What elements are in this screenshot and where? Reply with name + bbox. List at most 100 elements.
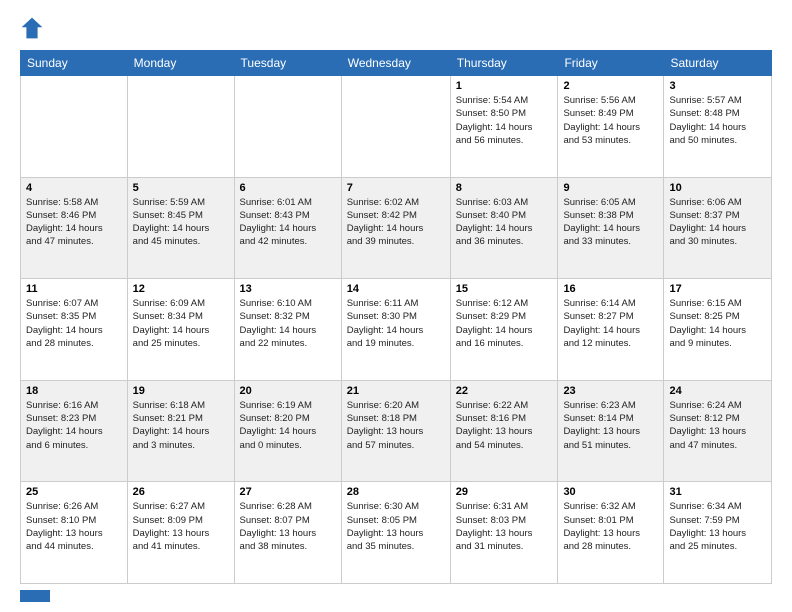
- calendar-cell: 30 Sunrise: 6:32 AM Sunset: 8:01 PM Dayli…: [558, 482, 664, 584]
- day-number: 19: [133, 385, 229, 397]
- day-info: Sunrise: 6:15 AM Sunset: 8:25 PM Dayligh…: [669, 297, 766, 350]
- day-number: 8: [456, 182, 553, 194]
- calendar-cell: [21, 76, 128, 178]
- day-number: 2: [563, 80, 658, 92]
- calendar-cell: 23 Sunrise: 6:23 AM Sunset: 8:14 PM Dayli…: [558, 380, 664, 482]
- calendar-day-header: Saturday: [664, 51, 772, 76]
- day-number: 3: [669, 80, 766, 92]
- day-info: Sunrise: 6:12 AM Sunset: 8:29 PM Dayligh…: [456, 297, 553, 350]
- day-number: 6: [240, 182, 336, 194]
- day-number: 24: [669, 385, 766, 397]
- calendar-cell: 4 Sunrise: 5:58 AM Sunset: 8:46 PM Daylig…: [21, 177, 128, 279]
- calendar-day-header: Tuesday: [234, 51, 341, 76]
- day-info: Sunrise: 6:11 AM Sunset: 8:30 PM Dayligh…: [347, 297, 445, 350]
- day-number: 18: [26, 385, 122, 397]
- calendar-day-header: Friday: [558, 51, 664, 76]
- day-info: Sunrise: 6:23 AM Sunset: 8:14 PM Dayligh…: [563, 399, 658, 452]
- day-info: Sunrise: 6:27 AM Sunset: 8:09 PM Dayligh…: [133, 500, 229, 553]
- calendar-cell: 12 Sunrise: 6:09 AM Sunset: 8:34 PM Dayli…: [127, 279, 234, 381]
- day-info: Sunrise: 6:07 AM Sunset: 8:35 PM Dayligh…: [26, 297, 122, 350]
- calendar-week-row: 25 Sunrise: 6:26 AM Sunset: 8:10 PM Dayli…: [21, 482, 772, 584]
- calendar-cell: 19 Sunrise: 6:18 AM Sunset: 8:21 PM Dayli…: [127, 380, 234, 482]
- day-number: 22: [456, 385, 553, 397]
- calendar-cell: 8 Sunrise: 6:03 AM Sunset: 8:40 PM Daylig…: [450, 177, 558, 279]
- calendar-cell: 27 Sunrise: 6:28 AM Sunset: 8:07 PM Dayli…: [234, 482, 341, 584]
- logo-icon: [20, 16, 44, 40]
- calendar-cell: 17 Sunrise: 6:15 AM Sunset: 8:25 PM Dayli…: [664, 279, 772, 381]
- day-info: Sunrise: 5:54 AM Sunset: 8:50 PM Dayligh…: [456, 94, 553, 147]
- day-info: Sunrise: 6:30 AM Sunset: 8:05 PM Dayligh…: [347, 500, 445, 553]
- day-number: 31: [669, 486, 766, 498]
- calendar-day-header: Sunday: [21, 51, 128, 76]
- day-number: 29: [456, 486, 553, 498]
- calendar-cell: 7 Sunrise: 6:02 AM Sunset: 8:42 PM Daylig…: [341, 177, 450, 279]
- day-number: 4: [26, 182, 122, 194]
- day-info: Sunrise: 6:34 AM Sunset: 7:59 PM Dayligh…: [669, 500, 766, 553]
- calendar-cell: 3 Sunrise: 5:57 AM Sunset: 8:48 PM Daylig…: [664, 76, 772, 178]
- calendar-cell: [127, 76, 234, 178]
- day-info: Sunrise: 6:16 AM Sunset: 8:23 PM Dayligh…: [26, 399, 122, 452]
- day-info: Sunrise: 6:26 AM Sunset: 8:10 PM Dayligh…: [26, 500, 122, 553]
- day-info: Sunrise: 6:10 AM Sunset: 8:32 PM Dayligh…: [240, 297, 336, 350]
- day-number: 23: [563, 385, 658, 397]
- calendar-cell: 11Sunrise: 6:07 AM Sunset: 8:35 PM Dayli…: [21, 279, 128, 381]
- day-info: Sunrise: 6:01 AM Sunset: 8:43 PM Dayligh…: [240, 196, 336, 249]
- day-info: Sunrise: 6:05 AM Sunset: 8:38 PM Dayligh…: [563, 196, 658, 249]
- day-info: Sunrise: 6:24 AM Sunset: 8:12 PM Dayligh…: [669, 399, 766, 452]
- day-number: 15: [456, 283, 553, 295]
- calendar-cell: 16 Sunrise: 6:14 AM Sunset: 8:27 PM Dayli…: [558, 279, 664, 381]
- calendar-cell: 5 Sunrise: 5:59 AM Sunset: 8:45 PM Daylig…: [127, 177, 234, 279]
- calendar-cell: 26 Sunrise: 6:27 AM Sunset: 8:09 PM Dayli…: [127, 482, 234, 584]
- calendar-cell: 22 Sunrise: 6:22 AM Sunset: 8:16 PM Dayli…: [450, 380, 558, 482]
- day-info: Sunrise: 6:14 AM Sunset: 8:27 PM Dayligh…: [563, 297, 658, 350]
- day-number: 25: [26, 486, 122, 498]
- calendar-cell: 28Sunrise: 6:30 AM Sunset: 8:05 PM Dayli…: [341, 482, 450, 584]
- day-info: Sunrise: 6:32 AM Sunset: 8:01 PM Dayligh…: [563, 500, 658, 553]
- day-number: 12: [133, 283, 229, 295]
- day-number: 9: [563, 182, 658, 194]
- calendar-cell: 24 Sunrise: 6:24 AM Sunset: 8:12 PM Dayli…: [664, 380, 772, 482]
- day-info: Sunrise: 6:28 AM Sunset: 8:07 PM Dayligh…: [240, 500, 336, 553]
- calendar-cell: 9 Sunrise: 6:05 AM Sunset: 8:38 PM Daylig…: [558, 177, 664, 279]
- calendar-cell: 13 Sunrise: 6:10 AM Sunset: 8:32 PM Dayli…: [234, 279, 341, 381]
- calendar-cell: 21Sunrise: 6:20 AM Sunset: 8:18 PM Dayli…: [341, 380, 450, 482]
- day-info: Sunrise: 6:09 AM Sunset: 8:34 PM Dayligh…: [133, 297, 229, 350]
- daylight-swatch: [20, 590, 50, 602]
- day-number: 7: [347, 182, 445, 194]
- day-info: Sunrise: 5:58 AM Sunset: 8:46 PM Dayligh…: [26, 196, 122, 249]
- footer: [20, 590, 772, 602]
- calendar-cell: 14Sunrise: 6:11 AM Sunset: 8:30 PM Dayli…: [341, 279, 450, 381]
- calendar-week-row: 1Sunrise: 5:54 AM Sunset: 8:50 PM Daylig…: [21, 76, 772, 178]
- day-number: 13: [240, 283, 336, 295]
- day-info: Sunrise: 6:19 AM Sunset: 8:20 PM Dayligh…: [240, 399, 336, 452]
- day-info: Sunrise: 5:59 AM Sunset: 8:45 PM Dayligh…: [133, 196, 229, 249]
- day-number: 27: [240, 486, 336, 498]
- day-number: 30: [563, 486, 658, 498]
- calendar-cell: 25 Sunrise: 6:26 AM Sunset: 8:10 PM Dayli…: [21, 482, 128, 584]
- day-number: 5: [133, 182, 229, 194]
- calendar-cell: [234, 76, 341, 178]
- calendar-cell: 20 Sunrise: 6:19 AM Sunset: 8:20 PM Dayli…: [234, 380, 341, 482]
- day-number: 16: [563, 283, 658, 295]
- calendar-cell: 1Sunrise: 5:54 AM Sunset: 8:50 PM Daylig…: [450, 76, 558, 178]
- day-info: Sunrise: 5:57 AM Sunset: 8:48 PM Dayligh…: [669, 94, 766, 147]
- calendar-day-header: Thursday: [450, 51, 558, 76]
- calendar-table: SundayMondayTuesdayWednesdayThursdayFrid…: [20, 50, 772, 584]
- day-info: Sunrise: 6:31 AM Sunset: 8:03 PM Dayligh…: [456, 500, 553, 553]
- calendar-day-header: Wednesday: [341, 51, 450, 76]
- calendar-day-header: Monday: [127, 51, 234, 76]
- day-number: 10: [669, 182, 766, 194]
- day-number: 21: [347, 385, 445, 397]
- calendar-cell: 6 Sunrise: 6:01 AM Sunset: 8:43 PM Daylig…: [234, 177, 341, 279]
- day-number: 26: [133, 486, 229, 498]
- day-info: Sunrise: 6:02 AM Sunset: 8:42 PM Dayligh…: [347, 196, 445, 249]
- calendar-week-row: 4 Sunrise: 5:58 AM Sunset: 8:46 PM Daylig…: [21, 177, 772, 279]
- day-info: Sunrise: 6:22 AM Sunset: 8:16 PM Dayligh…: [456, 399, 553, 452]
- calendar-cell: 15 Sunrise: 6:12 AM Sunset: 8:29 PM Dayli…: [450, 279, 558, 381]
- day-number: 17: [669, 283, 766, 295]
- calendar-cell: 18 Sunrise: 6:16 AM Sunset: 8:23 PM Dayli…: [21, 380, 128, 482]
- calendar-header-row: SundayMondayTuesdayWednesdayThursdayFrid…: [21, 51, 772, 76]
- day-number: 20: [240, 385, 336, 397]
- day-info: Sunrise: 6:18 AM Sunset: 8:21 PM Dayligh…: [133, 399, 229, 452]
- day-info: Sunrise: 6:03 AM Sunset: 8:40 PM Dayligh…: [456, 196, 553, 249]
